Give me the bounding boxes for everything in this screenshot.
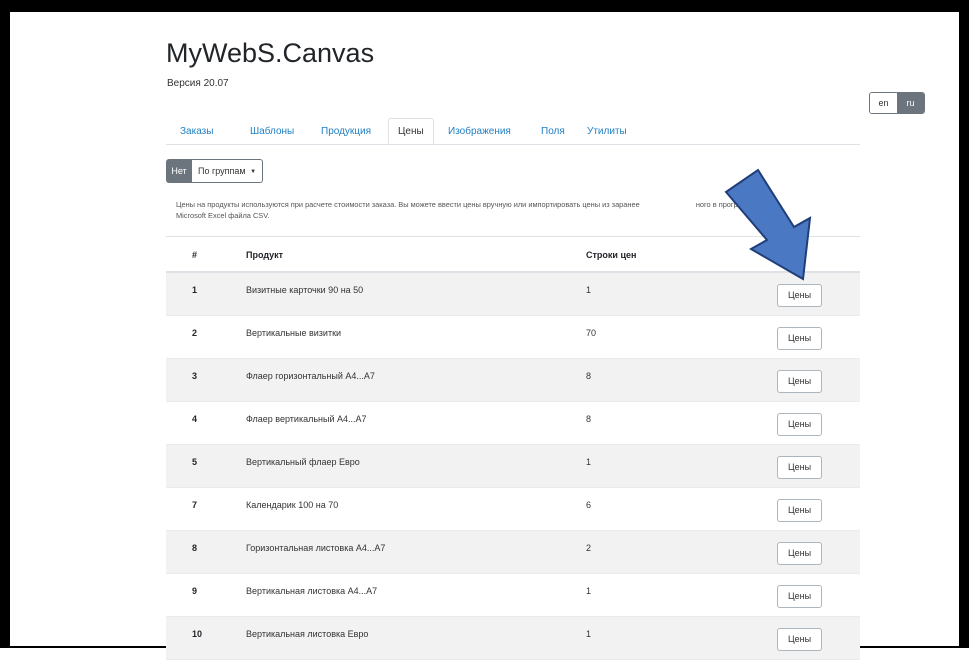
language-en-button[interactable]: en bbox=[870, 93, 897, 113]
header-number: # bbox=[192, 250, 198, 260]
table-row: 2 Вертикальные визитки 70 Цены bbox=[166, 316, 860, 359]
row-price-count: 1 bbox=[586, 629, 592, 639]
row-number: 1 bbox=[192, 285, 198, 295]
prices-button[interactable]: Цены bbox=[777, 456, 822, 479]
description-line-2: Microsoft Excel файла CSV. bbox=[176, 211, 270, 220]
row-product: Горизонтальная листовка А4...А7 bbox=[246, 543, 386, 553]
tab-fields[interactable]: Поля bbox=[541, 121, 565, 143]
header-price-rows: Строки цен bbox=[586, 250, 637, 260]
prices-button[interactable]: Цены bbox=[777, 542, 822, 565]
description-line-1-end: ного в программе bbox=[695, 200, 757, 209]
row-number: 10 bbox=[192, 629, 203, 639]
main-tabs: Заказы Шаблоны Продукция Цены Изображени… bbox=[166, 118, 860, 145]
row-price-count: 1 bbox=[586, 457, 592, 467]
row-price-count: 8 bbox=[586, 371, 592, 381]
row-product: Флаер горизонтальный А4...А7 bbox=[246, 371, 375, 381]
tab-products[interactable]: Продукция bbox=[321, 121, 371, 143]
table-row: 7 Календарик 100 на 70 6 Цены bbox=[166, 488, 860, 531]
table-row: 10 Вертикальная листовка Евро 1 Цены bbox=[166, 617, 860, 660]
prices-button[interactable]: Цены bbox=[777, 327, 822, 350]
language-switch: en ru bbox=[869, 92, 925, 114]
table-row: 8 Горизонтальная листовка А4...А7 2 Цены bbox=[166, 531, 860, 574]
row-price-count: 2 bbox=[586, 543, 592, 553]
prices-button[interactable]: Цены bbox=[777, 585, 822, 608]
tab-orders[interactable]: Заказы bbox=[180, 121, 213, 143]
prices-button[interactable]: Цены bbox=[777, 370, 822, 393]
row-number: 5 bbox=[192, 457, 198, 467]
prices-button[interactable]: Цены bbox=[777, 499, 822, 522]
tab-prices[interactable]: Цены bbox=[388, 118, 434, 144]
prices-button[interactable]: Цены bbox=[777, 284, 822, 307]
table-row: 9 Вертикальная листовка А4...А7 1 Цены bbox=[166, 574, 860, 617]
caret-down-icon: ▼ bbox=[250, 168, 257, 175]
row-price-count: 8 bbox=[586, 414, 592, 424]
version-label: Версия 20.07 bbox=[167, 78, 229, 89]
app-title: MyWebS.Canvas bbox=[166, 38, 375, 68]
header-product: Продукт bbox=[246, 250, 284, 260]
tab-utilities[interactable]: Утилиты bbox=[587, 121, 627, 143]
table-row: 5 Вертикальный флаер Евро 1 Цены bbox=[166, 445, 860, 488]
prices-table: # Продукт Строки цен 1 Визитные карточки… bbox=[166, 236, 860, 660]
row-number: 2 bbox=[192, 328, 198, 338]
row-product: Вертикальная листовка Евро bbox=[246, 629, 369, 639]
row-number: 7 bbox=[192, 500, 198, 510]
row-price-count: 70 bbox=[586, 328, 597, 338]
prices-description: Цены на продукты используются при расчет… bbox=[176, 199, 856, 221]
row-product: Календарик 100 на 70 bbox=[246, 500, 339, 510]
tab-templates[interactable]: Шаблоны bbox=[250, 121, 294, 143]
table-header: # Продукт Строки цен bbox=[166, 237, 860, 273]
table-row: 1 Визитные карточки 90 на 50 1 Цены bbox=[166, 273, 860, 316]
language-ru-button[interactable]: ru bbox=[897, 93, 924, 113]
row-product: Визитные карточки 90 на 50 bbox=[246, 285, 364, 295]
row-product: Флаер вертикальный А4...А7 bbox=[246, 414, 367, 424]
row-price-count: 1 bbox=[586, 586, 592, 596]
row-price-count: 1 bbox=[586, 285, 592, 295]
row-product: Вертикальный флаер Евро bbox=[246, 457, 360, 467]
group-by-dropdown[interactable]: По группам ▼ bbox=[192, 159, 264, 183]
row-price-count: 6 bbox=[586, 500, 592, 510]
row-number: 4 bbox=[192, 414, 198, 424]
row-product: Вертикальная листовка А4...А7 bbox=[246, 586, 378, 596]
grouping-button-group: Нет По группам ▼ bbox=[166, 159, 264, 183]
table-row: 4 Флаер вертикальный А4...А7 8 Цены bbox=[166, 402, 860, 445]
table-row: 3 Флаер горизонтальный А4...А7 8 Цены bbox=[166, 359, 860, 402]
row-number: 9 bbox=[192, 586, 198, 596]
row-number: 8 bbox=[192, 543, 198, 553]
tab-images[interactable]: Изображения bbox=[448, 121, 511, 143]
row-number: 3 bbox=[192, 371, 198, 381]
prices-button[interactable]: Цены bbox=[777, 413, 822, 436]
no-grouping-button[interactable]: Нет bbox=[166, 159, 192, 183]
row-product: Вертикальные визитки bbox=[246, 328, 342, 338]
description-line-1: Цены на продукты используются при расчет… bbox=[176, 200, 640, 209]
group-by-label: По группам bbox=[198, 166, 246, 176]
